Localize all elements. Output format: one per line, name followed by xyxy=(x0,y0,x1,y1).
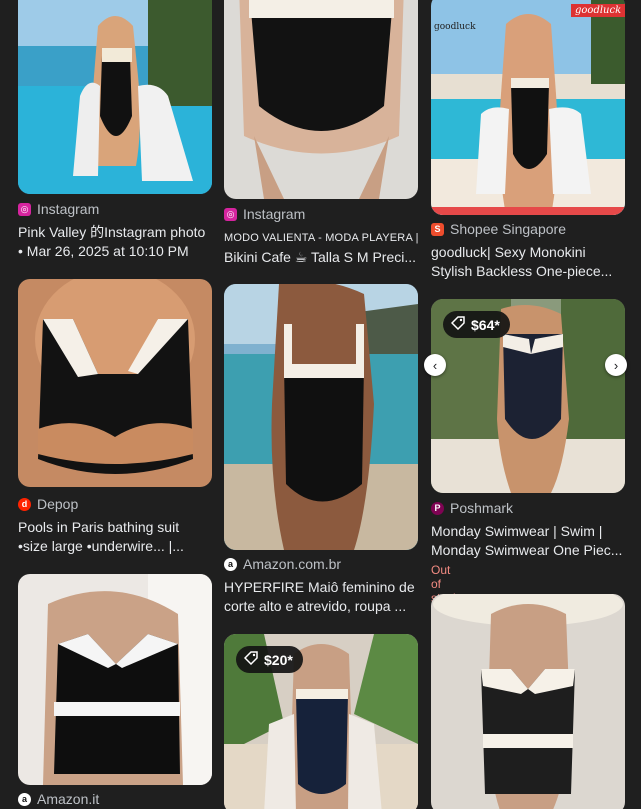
result-source[interactable]: a Amazon.it xyxy=(18,791,99,807)
price-text: $20* xyxy=(264,651,293,668)
brand-watermark-small: goodluck xyxy=(434,22,476,32)
result-source[interactable]: d Depop xyxy=(18,496,78,512)
depop-icon: d xyxy=(18,497,31,511)
amazon-icon: a xyxy=(18,792,31,806)
result-title[interactable]: Monday Swimwear | Swim | Monday Swimwear… xyxy=(431,522,627,560)
title-line: corte alto e atrevido, roupa ... xyxy=(224,598,407,614)
instagram-icon: ◎ xyxy=(18,202,31,216)
title-line: Monday Swimwear | Swim | xyxy=(431,523,603,539)
poshmark-icon: P xyxy=(431,501,444,515)
title-line: goodluck| Sexy Monokini xyxy=(431,244,586,260)
instagram-icon: ◎ xyxy=(224,207,237,221)
result-title[interactable]: Pools in Paris bathing suit •size large … xyxy=(18,518,214,556)
title-line: Monday Swimwear One Piec... xyxy=(431,542,623,558)
source-name: Poshmark xyxy=(450,500,514,516)
price-text: $64* xyxy=(471,316,500,333)
result-image[interactable] xyxy=(431,0,625,215)
source-name: Amazon.it xyxy=(37,791,100,807)
title-line: MODO VALIENTA - MODA PLAYERA | xyxy=(224,232,419,244)
title-line: •size large •underwire... |... xyxy=(18,538,184,554)
chevron-left-icon[interactable]: ‹ xyxy=(424,354,446,376)
result-image[interactable] xyxy=(224,0,418,199)
result-source[interactable]: P Poshmark xyxy=(431,500,513,516)
result-source[interactable]: ◎ Instagram xyxy=(224,206,305,222)
brand-watermark: goodluck xyxy=(571,4,626,17)
chevron-right-icon[interactable]: › xyxy=(605,354,627,376)
result-image[interactable] xyxy=(224,284,418,550)
result-title[interactable]: MODO VALIENTA - MODA PLAYERA | Bikini Ca… xyxy=(224,229,420,267)
title-line: Pools in Paris bathing suit xyxy=(18,519,180,535)
price-badge: $20* xyxy=(236,646,303,673)
source-name: Shopee Singapore xyxy=(450,221,566,237)
title-line: HYPERFIRE Maiô feminino de xyxy=(224,579,415,595)
result-image[interactable] xyxy=(18,279,212,487)
source-name: Amazon.com.br xyxy=(243,556,342,572)
result-image[interactable] xyxy=(18,0,212,194)
result-title[interactable]: goodluck| Sexy Monokini Stylish Backless… xyxy=(431,243,627,281)
result-image[interactable] xyxy=(431,594,625,809)
tag-icon xyxy=(243,651,258,668)
result-title[interactable]: HYPERFIRE Maiô feminino de corte alto e … xyxy=(224,578,420,616)
source-name: Instagram xyxy=(37,201,100,217)
amazon-icon: a xyxy=(224,557,237,571)
price-badge: $64* xyxy=(443,311,510,338)
title-line: Stylish Backless One-piece... xyxy=(431,263,613,279)
result-title[interactable]: Pink Valley 的Instagram photo • Mar 26, 2… xyxy=(18,223,214,261)
result-source[interactable]: a Amazon.com.br xyxy=(224,556,341,572)
source-name: Instagram xyxy=(243,206,306,222)
result-image[interactable] xyxy=(18,574,212,785)
title-line: • Mar 26, 2025 at 10:10 PM xyxy=(18,243,189,259)
title-line: Bikini Cafe ☕ Talla S M Preci... xyxy=(224,249,417,265)
result-source[interactable]: ◎ Instagram xyxy=(18,201,99,217)
source-name: Depop xyxy=(37,496,79,512)
shopee-icon: S xyxy=(431,222,444,236)
tag-icon xyxy=(450,316,465,333)
result-source[interactable]: S Shopee Singapore xyxy=(431,221,566,237)
title-line: Pink Valley 的Instagram photo xyxy=(18,224,206,240)
